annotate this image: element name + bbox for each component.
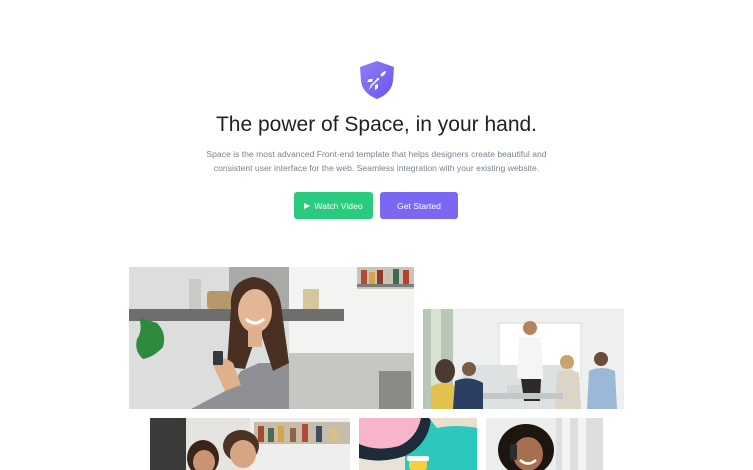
- watch-video-button[interactable]: Watch Video: [294, 192, 373, 219]
- brand-logo-icon: [358, 60, 396, 100]
- hero-title: The power of Space, in your hand.: [215, 113, 538, 136]
- watch-video-label: Watch Video: [314, 200, 363, 211]
- colorful-wall-photo: [359, 418, 477, 470]
- woman-smiling-with-phone-photo: [129, 267, 414, 409]
- play-icon: [304, 202, 311, 209]
- couple-with-laptop-photo: [150, 418, 350, 470]
- get-started-label: Get Started: [397, 200, 441, 211]
- get-started-button[interactable]: Get Started: [380, 192, 458, 219]
- hero-description: Space is the most advanced Front-end tem…: [206, 147, 547, 175]
- woman-on-phone-photo: [486, 418, 603, 470]
- office-meeting-photo: [423, 309, 624, 409]
- hero-description-line-1: Space is the most advanced Front-end tem…: [206, 149, 547, 159]
- hero-description-line-2: consistent user interface for the web. S…: [213, 163, 540, 173]
